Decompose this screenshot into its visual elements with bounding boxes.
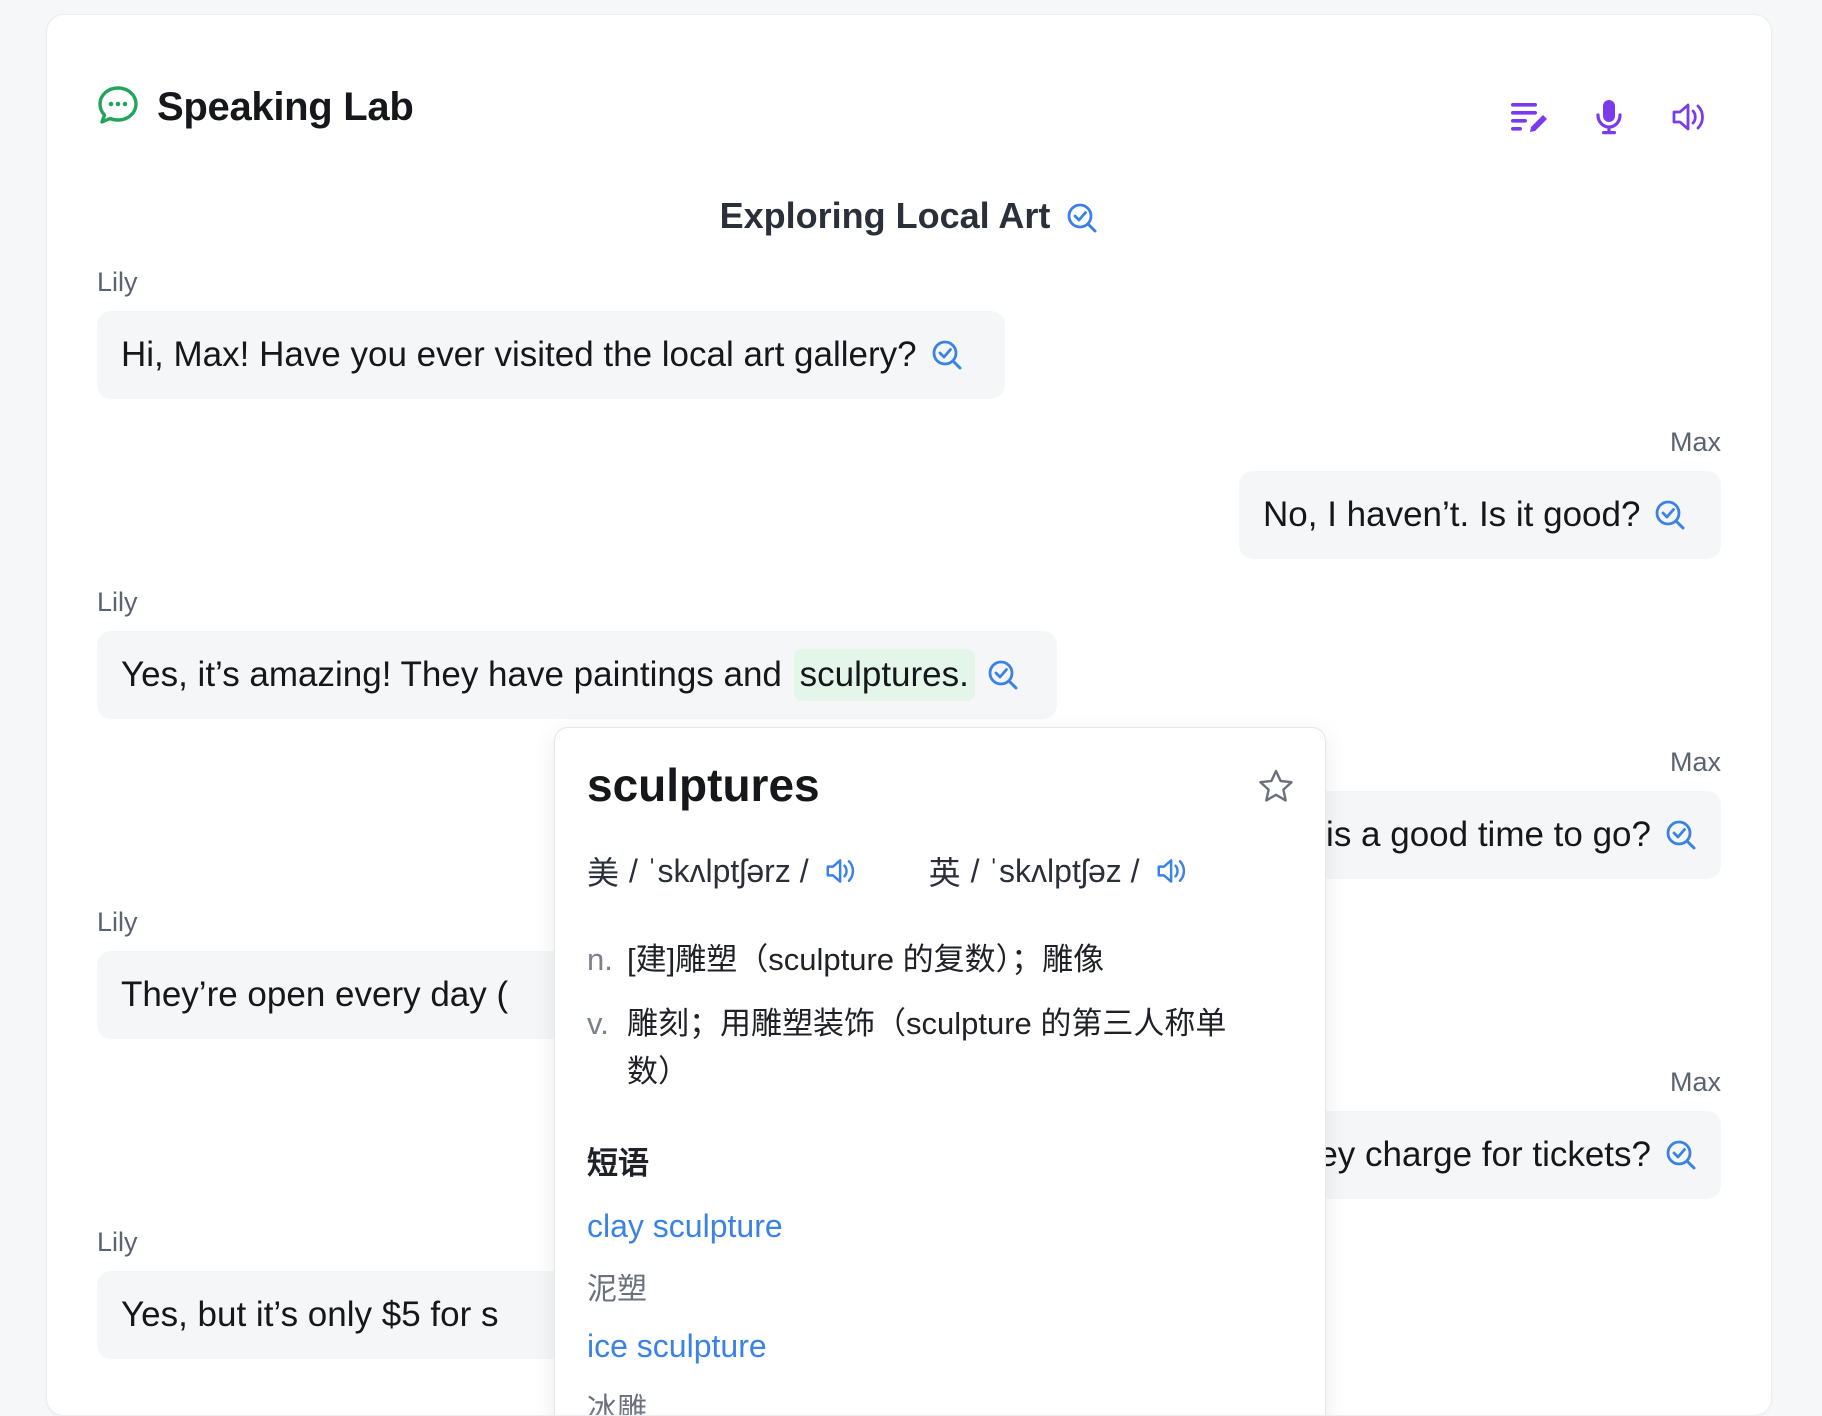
us-phonetic: / ˈskʌlptʃərz / xyxy=(629,852,809,889)
message-text: No, I haven’t. Is it good? xyxy=(1263,495,1641,534)
part-of-speech: n. xyxy=(587,942,613,977)
topic-title: Exploring Local Art xyxy=(719,195,1051,236)
uk-phonetic: / ˈskʌlptʃəz / xyxy=(970,852,1140,889)
speaker-name: Lily xyxy=(97,587,138,617)
phrase-link[interactable]: clay sculpture xyxy=(587,1208,783,1245)
speaker-name: Lily xyxy=(97,267,138,297)
app-header: Speaking Lab xyxy=(97,85,414,130)
check-search-icon[interactable] xyxy=(1066,202,1098,234)
edit-list-button[interactable] xyxy=(1507,95,1551,139)
message-text: they charge for tickets? xyxy=(1289,1135,1651,1174)
us-pronounce-button[interactable] xyxy=(825,856,857,886)
message-text: Yes, it’s amazing! They have paintings a… xyxy=(121,655,792,694)
dictionary-word: sculptures xyxy=(587,759,820,811)
check-search-icon[interactable] xyxy=(1665,819,1697,851)
message-text: Yes, but it’s only $5 for s xyxy=(121,1295,499,1334)
us-label: 美 xyxy=(587,855,620,891)
part-of-speech: v. xyxy=(587,1006,609,1041)
check-search-icon[interactable] xyxy=(931,339,963,371)
definition-text: [建]雕塑（sculpture 的复数）；雕像 xyxy=(627,942,1105,977)
uk-label: 英 xyxy=(928,855,961,891)
scroll-fade xyxy=(555,1408,1325,1415)
speaker-name: Max xyxy=(1669,747,1721,777)
phrase-link[interactable]: ice sculpture xyxy=(587,1328,767,1365)
phrases-title: 短语 xyxy=(587,1146,649,1181)
conversation-topic: Exploring Local Art xyxy=(47,195,1771,237)
star-icon xyxy=(1259,769,1293,802)
speaker-icon xyxy=(1157,859,1185,883)
favorite-button[interactable] xyxy=(1257,768,1295,809)
message-text: en is a good time to go? xyxy=(1277,815,1651,854)
speaker-icon xyxy=(826,859,854,883)
check-search-icon[interactable] xyxy=(1665,1139,1697,1171)
speaker-icon xyxy=(1672,103,1704,131)
uk-pronounce-button[interactable] xyxy=(1156,856,1188,886)
main-card: Speaking Lab Exploring Local Art Lily Hi… xyxy=(46,14,1772,1416)
message-bubble: No, I haven’t. Is it good? xyxy=(1239,471,1721,559)
speaker-button[interactable] xyxy=(1667,95,1711,139)
edit-list-icon xyxy=(1511,103,1547,132)
microphone-button[interactable] xyxy=(1587,95,1631,139)
toolbar xyxy=(1507,95,1711,139)
speaker-name: Lily xyxy=(97,1227,138,1257)
chat-bubble-icon xyxy=(97,85,139,130)
speaker-name: Lily xyxy=(97,907,138,937)
message-text: They’re open every day ( xyxy=(121,975,509,1014)
message-bubble: Yes, it’s amazing! They have paintings a… xyxy=(97,631,1057,719)
phrase-translation: 泥塑 xyxy=(587,1273,647,1306)
dictionary-popover: sculptures 美 / ˈskʌlptʃərz / 英 / ˈskʌlpt… xyxy=(554,727,1326,1415)
definition-text: 雕刻；用雕塑装饰（sculpture 的第三人称单数） xyxy=(627,1006,1227,1089)
speaker-name: Max xyxy=(1669,1067,1721,1097)
message-bubble: Hi, Max! Have you ever visited the local… xyxy=(97,311,1005,399)
microphone-icon xyxy=(1596,100,1622,135)
message-text: Hi, Max! Have you ever visited the local… xyxy=(121,335,917,374)
check-search-icon[interactable] xyxy=(1654,499,1686,531)
definition-item: v. 雕刻；用雕塑装饰（sculpture 的第三人称单数） xyxy=(587,1000,1257,1096)
phonetics-row: 美 / ˈskʌlptʃərz / 英 / ˈskʌlptʃəz / xyxy=(587,848,1188,894)
definition-item: n. [建]雕塑（sculpture 的复数）；雕像 xyxy=(587,936,1287,984)
highlighted-word[interactable]: sculptures. xyxy=(793,649,975,701)
check-search-icon[interactable] xyxy=(987,659,1019,691)
app-title: Speaking Lab xyxy=(157,85,414,129)
speaker-name: Max xyxy=(1669,427,1721,457)
